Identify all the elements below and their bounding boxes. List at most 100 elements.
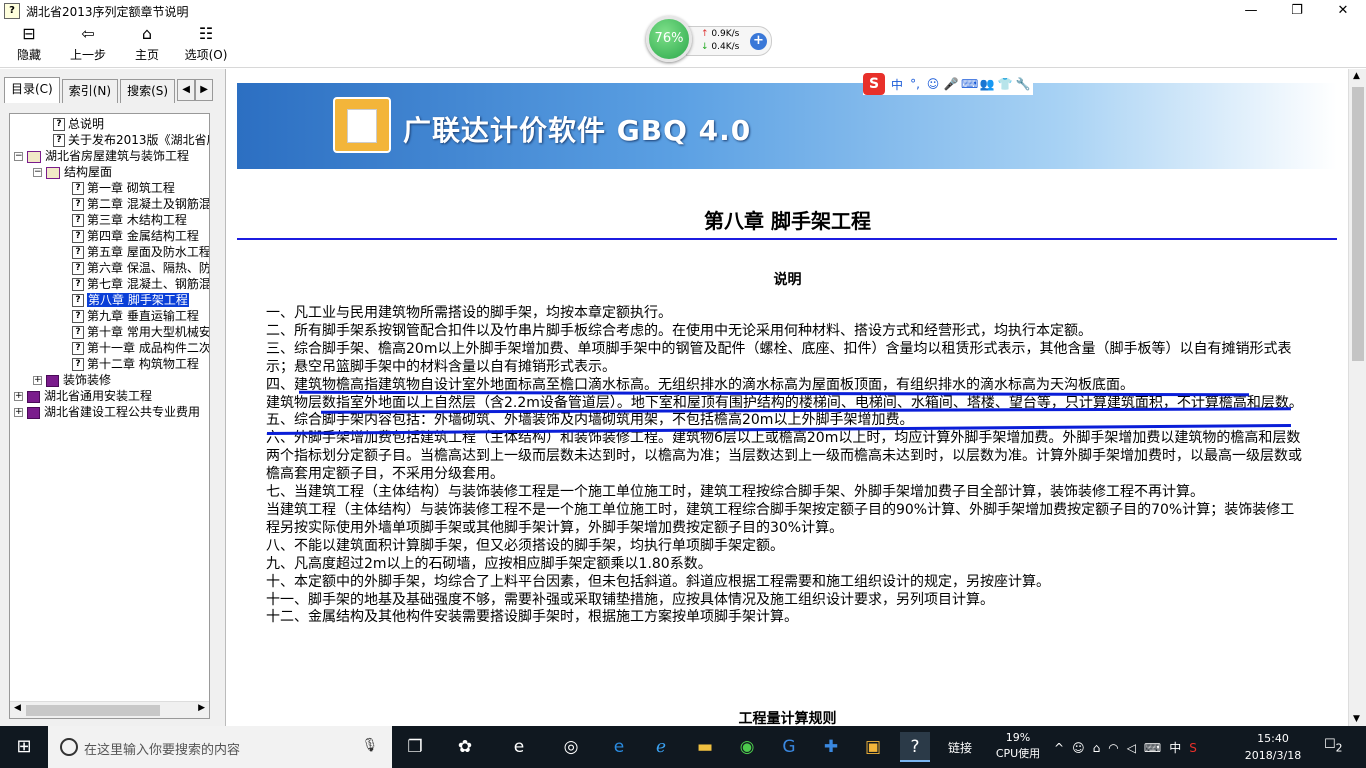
task-view-icon[interactable]: ❐ (400, 732, 430, 762)
swirl-browser-icon[interactable]: ◎ (556, 732, 586, 762)
browser-e-icon[interactable]: e (504, 732, 534, 762)
ime-indicator[interactable]: 中 (1169, 741, 1189, 755)
tray-expand-icon[interactable]: ^ (1054, 741, 1072, 755)
net-speed-widget[interactable]: ↑ 0.9K/s ↓ 0.4K/s + 76% (646, 16, 772, 62)
sogou-ime-icon[interactable]: S (863, 73, 885, 95)
tree-node[interactable]: ? 第七章 混凝土、钢筋混 (72, 276, 210, 292)
ime-toolbar[interactable]: S 中 °, ☺ 🎤 ⌨ 👥 👕 🔧 (863, 73, 1033, 95)
navigation-pane: 目录(C) 索引(N) 搜索(S) ◀ ▶ ? 总说明? 关于发布2013版《湖北省… (0, 69, 226, 726)
tree-node[interactable]: ? 第十章 常用大型机械安 (72, 324, 210, 340)
sogou-tray-icon[interactable]: S (1189, 741, 1205, 755)
action-center-icon[interactable]: ☐2 (1324, 737, 1343, 755)
paragraph: 十二、金属结构及其他构件安装需要搭设脚手架时，根据施工方案按单项脚手架计算。 (266, 609, 798, 626)
tree-node[interactable]: ? 第十二章 构筑物工程 (72, 356, 199, 372)
internet-explorer-icon[interactable]: ℯ (646, 732, 676, 762)
home-button[interactable]: ⌂ 主页 (130, 24, 164, 66)
download-speed: ↓ 0.4K/s (701, 42, 740, 52)
help-viewer-icon[interactable]: ? (900, 732, 930, 762)
collapse-icon[interactable]: − (33, 168, 42, 177)
tab-search[interactable]: 搜索(S) (120, 79, 176, 103)
tree-horizontal-scrollbar[interactable]: ◀ ▶ (10, 701, 209, 718)
options-button[interactable]: ☷ 选项(O) (182, 24, 230, 66)
system-tray[interactable]: ^☺⌂◠◁⌨中S (1054, 739, 1205, 756)
tree-node[interactable]: ? 第四章 金属结构工程 (72, 228, 199, 244)
tree-node-label: 装饰装修 (63, 373, 112, 387)
tree-node[interactable]: ? 第五章 屋面及防水工程 (72, 244, 209, 260)
banner-title: 广联达计价软件 GBQ 4.0 (403, 114, 752, 147)
accelerate-plus-icon[interactable]: + (750, 33, 767, 50)
help-page-icon: ? (72, 182, 84, 195)
help-page-icon: ? (72, 230, 84, 243)
keyboard-icon[interactable]: ⌨ (1144, 741, 1169, 755)
expand-icon[interactable]: + (14, 392, 23, 401)
wifi-icon[interactable]: ◠ (1108, 741, 1126, 755)
ime-skin-icon[interactable]: 👕 (997, 77, 1013, 91)
memory-usage-ball[interactable]: 76% (646, 16, 692, 62)
expand-icon[interactable]: + (33, 376, 42, 385)
ime-user-icon[interactable]: 👥 (979, 77, 995, 91)
maximize-button[interactable]: ❐ (1274, 0, 1320, 22)
microphone-icon[interactable]: 🎙 (361, 738, 378, 753)
paragraph: 九、凡高度超过2m以上的石砌墙，应按相应脚手架定额乘以1.80系数。 (266, 555, 712, 572)
pinwheel-app-icon[interactable]: ✿ (450, 732, 480, 762)
tree-node[interactable]: ? 第三章 木结构工程 (72, 212, 187, 228)
windows-start-icon[interactable]: ⊞ (0, 726, 48, 768)
minimize-button[interactable]: — (1228, 0, 1274, 22)
tab-index[interactable]: 索引(N) (61, 79, 119, 103)
scroll-right-icon[interactable]: ▶ (198, 703, 205, 713)
tab-scroll-left-icon[interactable]: ◀ (177, 79, 196, 101)
close-button[interactable]: ✕ (1320, 0, 1366, 22)
tree-node[interactable]: ? 总说明 (53, 116, 104, 132)
taskbar-search-box[interactable]: 在这里输入你要搜索的内容 🎙 (48, 726, 392, 768)
content-vertical-scrollbar[interactable]: ▲ ▼ (1348, 69, 1366, 726)
ime-lang-icon[interactable]: 中 (889, 76, 905, 93)
tree-node[interactable]: − 结构屋面 (33, 164, 112, 180)
collapse-icon[interactable]: − (14, 152, 23, 161)
gbq-app-icon[interactable]: ▣ (858, 732, 888, 762)
scroll-left-icon[interactable]: ◀ (14, 703, 21, 713)
paragraph: 六、外脚手架增加费包括建筑工程（主体结构）和装饰装修工程。建筑物6层以上或檐高2… (266, 430, 1302, 483)
network-icon[interactable]: ⌂ (1093, 741, 1109, 755)
tree-node[interactable]: ? 第二章 混凝土及钢筋混 (72, 196, 209, 212)
help-content: 广联达计价软件 GBQ 4.0 S 中 °, ☺ 🎤 ⌨ 👥 👕 🔧 第八章 脚… (227, 69, 1348, 726)
expand-icon[interactable]: + (14, 408, 23, 417)
tree-node[interactable]: − 湖北省房屋建筑与装饰工程 (14, 148, 189, 164)
tree-node[interactable]: ? 第六章 保温、隔热、防 (72, 260, 209, 276)
tree-node[interactable]: ? 第十一章 成品构件二次 (72, 340, 209, 356)
tab-scroll-right-icon[interactable]: ▶ (195, 79, 214, 101)
tree-node-label: 第三章 木结构工程 (87, 213, 187, 227)
scroll-thumb[interactable] (26, 705, 160, 716)
tree-node-label: 第十章 常用大型机械安 (87, 325, 210, 339)
ime-punct-icon[interactable]: °, (907, 77, 923, 91)
tree-node[interactable]: + 湖北省通用安装工程 (14, 388, 152, 404)
help-page-icon: ? (53, 134, 65, 147)
tree-node[interactable]: + 湖北省建设工程公共专业费用 (14, 404, 200, 420)
paragraph: 十一、脚手架的地基及基础强度不够，需要补强或采取铺垫措施，应按具体情况及施工组织… (266, 591, 994, 608)
tree-node-label: 湖北省建设工程公共专业费用 (44, 405, 201, 419)
tree-node[interactable]: ?关于发布2013版《湖北省房屋 (53, 132, 209, 148)
clock[interactable]: 15:40 2018/3/18 (1238, 730, 1308, 764)
360-app-icon[interactable]: ◉ (732, 732, 762, 762)
glodon-g-icon[interactable]: G (774, 732, 804, 762)
links-toolbar[interactable]: 链接 (948, 739, 972, 756)
file-explorer-icon[interactable]: ▬ (690, 732, 720, 762)
tree-node[interactable]: ? 第一章 砌筑工程 (72, 180, 175, 196)
edge-icon[interactable]: e (604, 732, 634, 762)
scroll-up-icon[interactable]: ▲ (1353, 71, 1360, 81)
tab-contents[interactable]: 目录(C) (4, 77, 60, 103)
scroll-thumb[interactable] (1352, 87, 1364, 361)
tree-node[interactable]: ? 第八章 脚手架工程 (72, 292, 189, 308)
scroll-down-icon[interactable]: ▼ (1353, 714, 1360, 724)
volume-icon[interactable]: ◁ (1127, 741, 1144, 755)
cross-app-icon[interactable]: ✚ (816, 732, 846, 762)
tree-node[interactable]: + 装饰装修 (33, 372, 111, 388)
back-button[interactable]: ⇦ 上一步 (66, 24, 110, 66)
hide-button[interactable]: ⊟ 隐藏 (12, 24, 46, 66)
ime-emoji-icon[interactable]: ☺ (925, 77, 941, 91)
ime-voice-icon[interactable]: 🎤 (943, 77, 959, 91)
tree-node[interactable]: ? 第九章 垂直运输工程 (72, 308, 199, 324)
tree-node-label: 第七章 混凝土、钢筋混 (87, 277, 210, 291)
ime-settings-icon[interactable]: 🔧 (1015, 77, 1031, 91)
ime-keyboard-icon[interactable]: ⌨ (961, 77, 978, 91)
people-icon[interactable]: ☺ (1072, 741, 1093, 755)
